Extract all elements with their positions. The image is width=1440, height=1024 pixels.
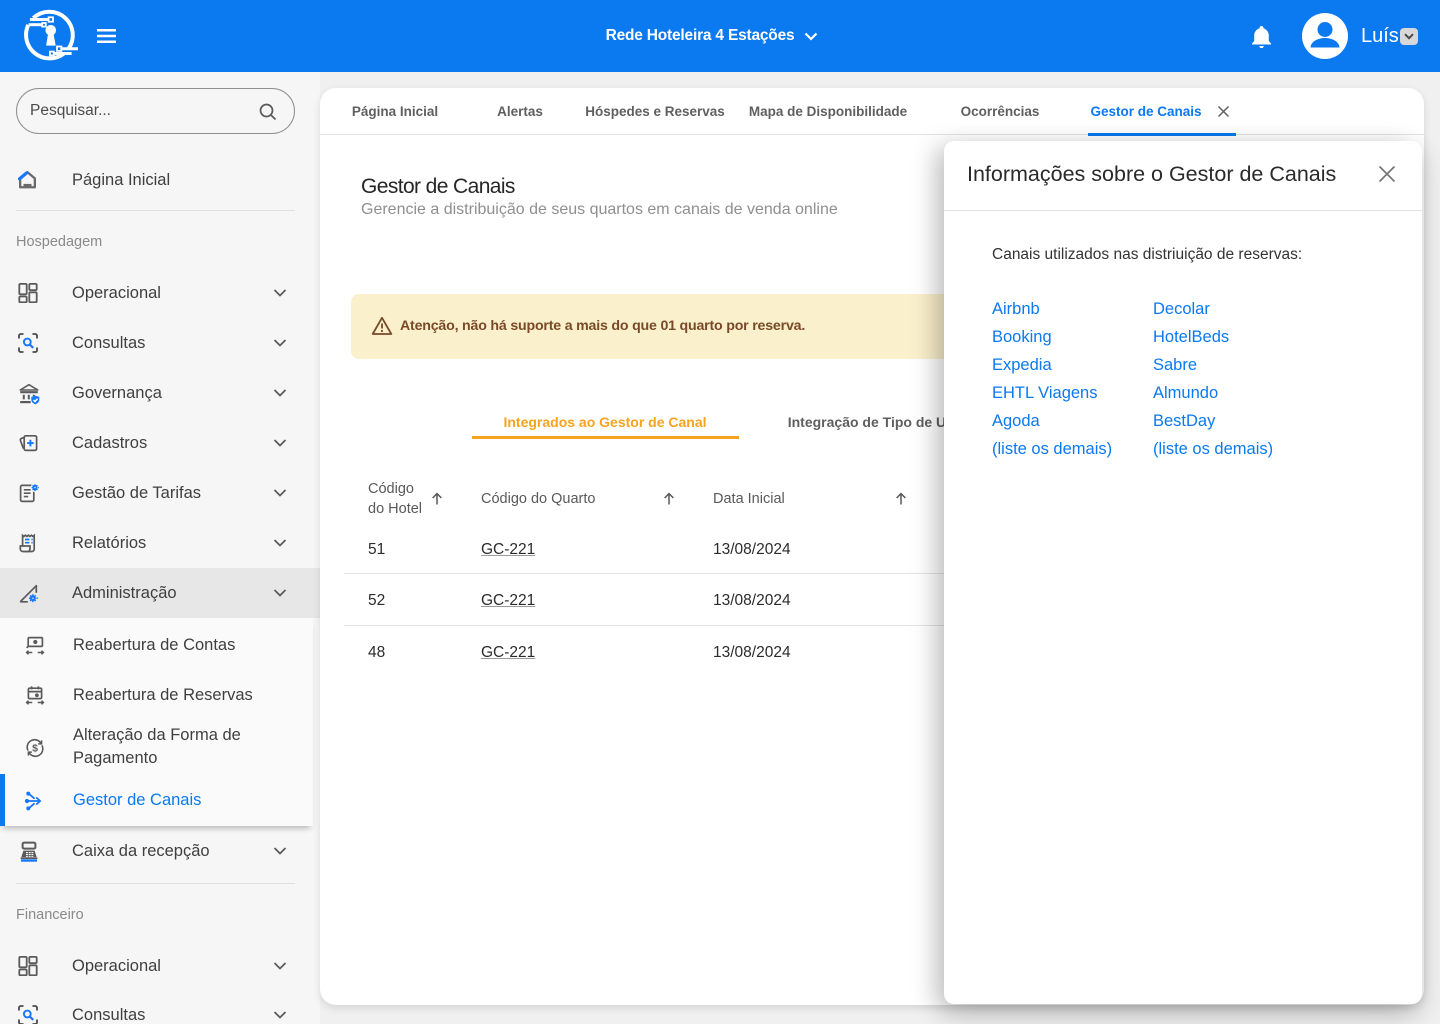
svg-text:$: $ [32, 743, 38, 755]
